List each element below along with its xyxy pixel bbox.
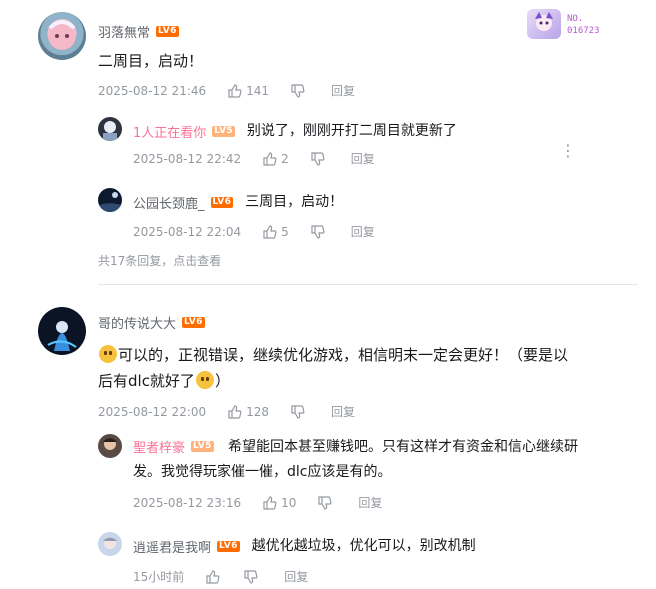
username[interactable]: 羽落無常 bbox=[98, 22, 150, 41]
badge-label: NO. bbox=[567, 14, 584, 24]
like-icon[interactable] bbox=[228, 83, 242, 98]
reply-meta: 15小时前 回复 bbox=[133, 568, 308, 585]
reply-meta: 2025-08-12 22:04 5 回复 bbox=[133, 223, 375, 240]
username[interactable]: 聖者梓豪 bbox=[133, 437, 185, 456]
like-count: 141 bbox=[246, 83, 270, 98]
like-count: 2 bbox=[281, 151, 289, 166]
reply-text-line2: 发。我觉得玩家催一催，dlc应该是有的。 bbox=[133, 464, 392, 480]
dislike-icon[interactable] bbox=[318, 495, 332, 510]
level-badge: LV5 bbox=[191, 441, 214, 452]
reply-text-line1: 希望能回本甚至赚钱吧。只有这样才有资金和信心继续研 bbox=[228, 439, 578, 455]
comment-text-line1: 可以的，正视错误，继续优化游戏，相信明末一定会更好！（要是以 bbox=[118, 346, 569, 364]
reply-meta: 2025-08-12 22:42 2 回复 bbox=[133, 150, 375, 167]
like-icon[interactable] bbox=[263, 151, 277, 166]
divider bbox=[98, 284, 638, 285]
reply-time: 15小时前 bbox=[133, 570, 185, 584]
comment-text-line2: 后有dlc就好了 bbox=[98, 372, 195, 390]
reply-button[interactable]: 回复 bbox=[284, 568, 308, 585]
like-icon[interactable] bbox=[263, 224, 277, 239]
reply-button[interactable]: 回复 bbox=[331, 82, 355, 99]
fan-badge: NO. 016723 bbox=[527, 7, 639, 41]
emoji-icon bbox=[99, 345, 117, 363]
comment-text: 二周目，启动！ bbox=[98, 52, 204, 70]
level-badge: LV6 bbox=[217, 540, 240, 552]
avatar[interactable] bbox=[98, 188, 122, 212]
dislike-icon[interactable] bbox=[311, 151, 325, 166]
like-icon[interactable] bbox=[228, 404, 242, 419]
like-icon[interactable] bbox=[263, 495, 277, 510]
like-icon[interactable] bbox=[206, 569, 220, 584]
level-badge: LV6 bbox=[156, 26, 179, 37]
dislike-icon[interactable] bbox=[244, 569, 258, 584]
view-more-replies[interactable]: 共17条回复，点击查看 bbox=[98, 252, 221, 269]
dislike-icon[interactable] bbox=[311, 224, 325, 239]
reply-header: 1人正在看你 LV5 别说了，刚刚开打二周目就更新了 bbox=[133, 120, 457, 142]
username[interactable]: 1人正在看你 bbox=[133, 122, 206, 141]
like-count: 5 bbox=[281, 224, 289, 239]
avatar[interactable] bbox=[98, 434, 122, 458]
reply-header: 公园长颈鹿_ LV6 三周目，启动！ bbox=[133, 191, 343, 213]
reply-time: 2025-08-12 22:42 bbox=[133, 151, 242, 166]
badge-number: 016723 bbox=[567, 26, 600, 36]
avatar[interactable] bbox=[38, 307, 86, 355]
badge-character-icon bbox=[527, 9, 561, 39]
comment-time: 2025-08-12 22:00 bbox=[98, 404, 207, 419]
reply-text: 别说了，刚刚开打二周目就更新了 bbox=[246, 123, 457, 139]
level-badge: LV6 bbox=[210, 196, 234, 208]
username[interactable]: 哥的传说大大 bbox=[98, 313, 176, 332]
reply-time: 2025-08-12 22:04 bbox=[133, 224, 242, 239]
reply-button[interactable]: 回复 bbox=[351, 223, 375, 240]
comment-meta: 2025-08-12 21:46 141 回复 bbox=[98, 82, 355, 99]
emoji-icon bbox=[195, 371, 214, 389]
comment-text-line2-end: ） bbox=[214, 372, 230, 390]
dislike-icon[interactable] bbox=[291, 83, 305, 98]
comment-header: 羽落無常 LV6 bbox=[98, 22, 179, 41]
avatar[interactable] bbox=[38, 12, 86, 60]
reply-time: 2025-08-12 23:16 bbox=[133, 495, 242, 510]
like-count: 10 bbox=[281, 495, 297, 510]
reply-meta: 2025-08-12 23:16 10 回复 bbox=[133, 494, 382, 511]
reply-button[interactable]: 回复 bbox=[331, 403, 355, 420]
comment-header: 哥的传说大大 LV6 bbox=[98, 313, 205, 332]
dislike-icon[interactable] bbox=[291, 404, 305, 419]
avatar[interactable] bbox=[98, 532, 122, 556]
reply-button[interactable]: 回复 bbox=[358, 494, 382, 511]
comment-text: 可以的，正视错误，继续优化游戏，相信明末一定会更好！（要是以 后有dlc就好了 ） bbox=[98, 342, 628, 394]
reply-header: 逍遥君是我啊 LV6 越优化越垃圾，优化可以，别改机制 bbox=[133, 535, 476, 557]
comment-time: 2025-08-12 21:46 bbox=[98, 83, 207, 98]
username[interactable]: 逍遥君是我啊 bbox=[133, 537, 211, 556]
avatar[interactable] bbox=[98, 117, 122, 141]
reply-text: 三周目，启动！ bbox=[245, 194, 344, 210]
username[interactable]: 公园长颈鹿_ bbox=[133, 193, 205, 212]
reply-text: 越优化越垃圾，优化可以，别改机制 bbox=[251, 538, 476, 554]
level-badge: LV5 bbox=[212, 125, 235, 137]
reply-button[interactable]: 回复 bbox=[351, 150, 375, 167]
more-options-icon[interactable]: ⋮ bbox=[560, 143, 576, 159]
reply-header: 聖者梓豪 LV5 bbox=[133, 437, 214, 456]
reply-text: 希望能回本甚至赚钱吧。只有这样才有资金和信心继续研 bbox=[228, 436, 578, 458]
like-count: 128 bbox=[246, 404, 270, 419]
comment-meta: 2025-08-12 22:00 128 回复 bbox=[98, 403, 355, 420]
level-badge: LV6 bbox=[182, 317, 205, 328]
